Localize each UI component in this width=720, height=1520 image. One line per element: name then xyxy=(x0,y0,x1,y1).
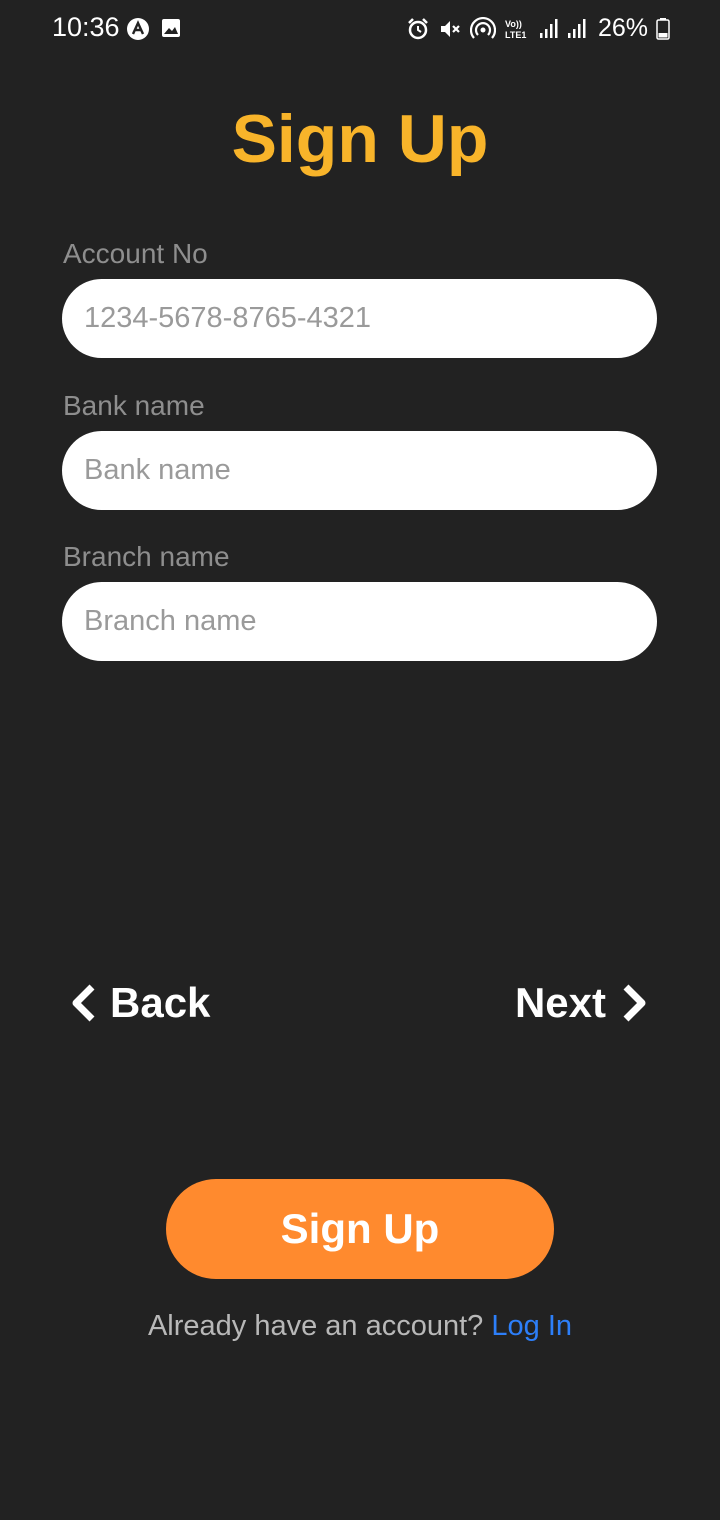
branch-name-label: Branch name xyxy=(63,541,230,572)
next-label: Next xyxy=(514,979,606,1026)
status-bar: 10:36 Vo)) LTE1 26% xyxy=(0,0,720,60)
battery-icon xyxy=(656,17,670,40)
battery-percent: 26% xyxy=(597,14,648,42)
signal-icon xyxy=(567,18,586,38)
chevron-left-icon xyxy=(72,984,95,1022)
mute-icon xyxy=(440,20,460,37)
login-prompt-line: Already have an account? Log In xyxy=(0,1310,720,1343)
volte-icon: Vo)) LTE1 xyxy=(505,19,526,40)
page-title: Sign Up xyxy=(231,101,489,177)
bank-name-label: Bank name xyxy=(63,390,205,421)
branch-name-input[interactable] xyxy=(62,582,657,661)
svg-text:Vo)): Vo)) xyxy=(505,19,522,29)
next-button[interactable]: Next xyxy=(515,978,650,1028)
back-button[interactable]: Back xyxy=(68,978,210,1028)
alarm-icon xyxy=(408,17,428,39)
status-time: 10:36 xyxy=(52,12,120,42)
hotspot-icon xyxy=(469,16,496,39)
svg-text:LTE1: LTE1 xyxy=(505,30,526,40)
login-link[interactable]: Log In xyxy=(491,1310,572,1342)
account-no-input[interactable] xyxy=(62,279,657,358)
bank-name-input[interactable] xyxy=(62,431,657,510)
login-prompt: Already have an account? xyxy=(147,1310,484,1342)
account-no-label: Account No xyxy=(63,238,208,269)
signal-icon xyxy=(539,18,558,38)
signup-button[interactable]: Sign Up xyxy=(166,1179,554,1279)
image-icon xyxy=(162,19,180,37)
back-label: Back xyxy=(110,979,211,1026)
app-icon xyxy=(127,18,149,40)
chevron-right-icon xyxy=(623,984,646,1022)
